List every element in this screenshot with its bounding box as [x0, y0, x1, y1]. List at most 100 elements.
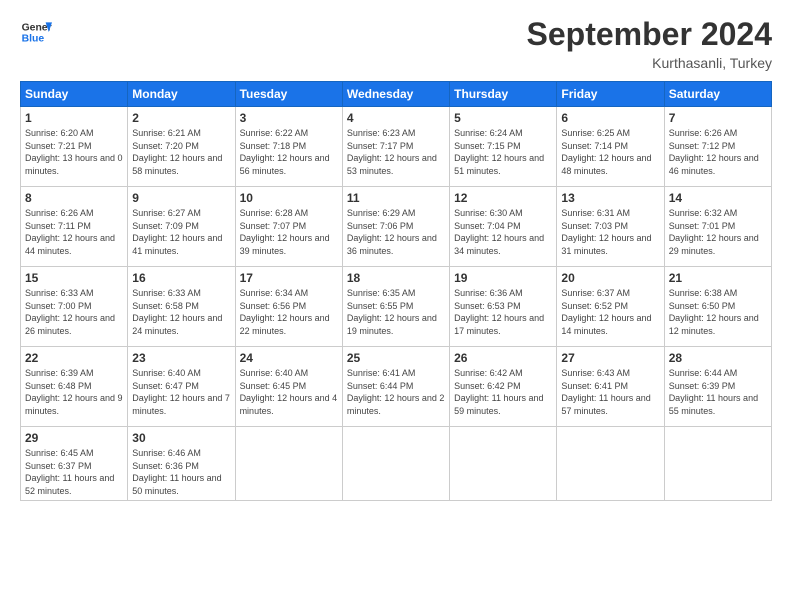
- day-number: 24: [240, 351, 338, 365]
- table-row: 28 Sunrise: 6:44 AM Sunset: 6:39 PM Dayl…: [664, 347, 771, 427]
- day-number: 23: [132, 351, 230, 365]
- table-row: [664, 427, 771, 501]
- day-number: 17: [240, 271, 338, 285]
- calendar-week-5: 29 Sunrise: 6:45 AM Sunset: 6:37 PM Dayl…: [21, 427, 772, 501]
- calendar-week-2: 8 Sunrise: 6:26 AM Sunset: 7:11 PM Dayli…: [21, 187, 772, 267]
- cell-info: Sunrise: 6:32 AM Sunset: 7:01 PM Dayligh…: [669, 207, 767, 257]
- day-number: 2: [132, 111, 230, 125]
- cell-info: Sunrise: 6:22 AM Sunset: 7:18 PM Dayligh…: [240, 127, 338, 177]
- month-title: September 2024: [527, 16, 772, 53]
- day-number: 6: [561, 111, 659, 125]
- day-number: 21: [669, 271, 767, 285]
- day-number: 28: [669, 351, 767, 365]
- cell-info: Sunrise: 6:46 AM Sunset: 6:36 PM Dayligh…: [132, 447, 230, 497]
- cell-info: Sunrise: 6:33 AM Sunset: 6:58 PM Dayligh…: [132, 287, 230, 337]
- day-number: 30: [132, 431, 230, 445]
- table-row: 22 Sunrise: 6:39 AM Sunset: 6:48 PM Dayl…: [21, 347, 128, 427]
- table-row: [235, 427, 342, 501]
- day-number: 16: [132, 271, 230, 285]
- day-number: 3: [240, 111, 338, 125]
- day-number: 15: [25, 271, 123, 285]
- table-row: 11 Sunrise: 6:29 AM Sunset: 7:06 PM Dayl…: [342, 187, 449, 267]
- location: Kurthasanli, Turkey: [527, 55, 772, 71]
- day-number: 14: [669, 191, 767, 205]
- cell-info: Sunrise: 6:37 AM Sunset: 6:52 PM Dayligh…: [561, 287, 659, 337]
- day-number: 13: [561, 191, 659, 205]
- table-row: [557, 427, 664, 501]
- cell-info: Sunrise: 6:26 AM Sunset: 7:12 PM Dayligh…: [669, 127, 767, 177]
- col-thursday: Thursday: [450, 82, 557, 107]
- cell-info: Sunrise: 6:38 AM Sunset: 6:50 PM Dayligh…: [669, 287, 767, 337]
- day-number: 27: [561, 351, 659, 365]
- col-sunday: Sunday: [21, 82, 128, 107]
- day-number: 5: [454, 111, 552, 125]
- cell-info: Sunrise: 6:23 AM Sunset: 7:17 PM Dayligh…: [347, 127, 445, 177]
- col-friday: Friday: [557, 82, 664, 107]
- day-number: 1: [25, 111, 123, 125]
- cell-info: Sunrise: 6:45 AM Sunset: 6:37 PM Dayligh…: [25, 447, 123, 497]
- table-row: 21 Sunrise: 6:38 AM Sunset: 6:50 PM Dayl…: [664, 267, 771, 347]
- cell-info: Sunrise: 6:28 AM Sunset: 7:07 PM Dayligh…: [240, 207, 338, 257]
- cell-info: Sunrise: 6:35 AM Sunset: 6:55 PM Dayligh…: [347, 287, 445, 337]
- calendar-table: Sunday Monday Tuesday Wednesday Thursday…: [20, 81, 772, 501]
- table-row: 9 Sunrise: 6:27 AM Sunset: 7:09 PM Dayli…: [128, 187, 235, 267]
- logo-icon: General Blue: [20, 16, 52, 48]
- table-row: 20 Sunrise: 6:37 AM Sunset: 6:52 PM Dayl…: [557, 267, 664, 347]
- cell-info: Sunrise: 6:40 AM Sunset: 6:47 PM Dayligh…: [132, 367, 230, 417]
- calendar-week-3: 15 Sunrise: 6:33 AM Sunset: 7:00 PM Dayl…: [21, 267, 772, 347]
- table-row: [450, 427, 557, 501]
- table-row: 6 Sunrise: 6:25 AM Sunset: 7:14 PM Dayli…: [557, 107, 664, 187]
- table-row: 2 Sunrise: 6:21 AM Sunset: 7:20 PM Dayli…: [128, 107, 235, 187]
- table-row: 8 Sunrise: 6:26 AM Sunset: 7:11 PM Dayli…: [21, 187, 128, 267]
- table-row: 25 Sunrise: 6:41 AM Sunset: 6:44 PM Dayl…: [342, 347, 449, 427]
- day-number: 26: [454, 351, 552, 365]
- cell-info: Sunrise: 6:27 AM Sunset: 7:09 PM Dayligh…: [132, 207, 230, 257]
- table-row: 26 Sunrise: 6:42 AM Sunset: 6:42 PM Dayl…: [450, 347, 557, 427]
- cell-info: Sunrise: 6:25 AM Sunset: 7:14 PM Dayligh…: [561, 127, 659, 177]
- table-row: 18 Sunrise: 6:35 AM Sunset: 6:55 PM Dayl…: [342, 267, 449, 347]
- cell-info: Sunrise: 6:30 AM Sunset: 7:04 PM Dayligh…: [454, 207, 552, 257]
- logo: General Blue: [20, 16, 52, 48]
- table-row: 14 Sunrise: 6:32 AM Sunset: 7:01 PM Dayl…: [664, 187, 771, 267]
- cell-info: Sunrise: 6:42 AM Sunset: 6:42 PM Dayligh…: [454, 367, 552, 417]
- day-number: 19: [454, 271, 552, 285]
- cell-info: Sunrise: 6:21 AM Sunset: 7:20 PM Dayligh…: [132, 127, 230, 177]
- cell-info: Sunrise: 6:26 AM Sunset: 7:11 PM Dayligh…: [25, 207, 123, 257]
- col-monday: Monday: [128, 82, 235, 107]
- day-number: 18: [347, 271, 445, 285]
- cell-info: Sunrise: 6:44 AM Sunset: 6:39 PM Dayligh…: [669, 367, 767, 417]
- cell-info: Sunrise: 6:33 AM Sunset: 7:00 PM Dayligh…: [25, 287, 123, 337]
- table-row: 13 Sunrise: 6:31 AM Sunset: 7:03 PM Dayl…: [557, 187, 664, 267]
- table-row: 5 Sunrise: 6:24 AM Sunset: 7:15 PM Dayli…: [450, 107, 557, 187]
- calendar-week-1: 1 Sunrise: 6:20 AM Sunset: 7:21 PM Dayli…: [21, 107, 772, 187]
- cell-info: Sunrise: 6:34 AM Sunset: 6:56 PM Dayligh…: [240, 287, 338, 337]
- cell-info: Sunrise: 6:39 AM Sunset: 6:48 PM Dayligh…: [25, 367, 123, 417]
- table-row: 23 Sunrise: 6:40 AM Sunset: 6:47 PM Dayl…: [128, 347, 235, 427]
- cell-info: Sunrise: 6:36 AM Sunset: 6:53 PM Dayligh…: [454, 287, 552, 337]
- cell-info: Sunrise: 6:24 AM Sunset: 7:15 PM Dayligh…: [454, 127, 552, 177]
- table-row: 27 Sunrise: 6:43 AM Sunset: 6:41 PM Dayl…: [557, 347, 664, 427]
- col-wednesday: Wednesday: [342, 82, 449, 107]
- day-number: 25: [347, 351, 445, 365]
- table-row: 24 Sunrise: 6:40 AM Sunset: 6:45 PM Dayl…: [235, 347, 342, 427]
- day-number: 22: [25, 351, 123, 365]
- table-row: 17 Sunrise: 6:34 AM Sunset: 6:56 PM Dayl…: [235, 267, 342, 347]
- day-number: 7: [669, 111, 767, 125]
- day-number: 4: [347, 111, 445, 125]
- day-number: 12: [454, 191, 552, 205]
- day-number: 8: [25, 191, 123, 205]
- table-row: 10 Sunrise: 6:28 AM Sunset: 7:07 PM Dayl…: [235, 187, 342, 267]
- day-number: 29: [25, 431, 123, 445]
- table-row: 7 Sunrise: 6:26 AM Sunset: 7:12 PM Dayli…: [664, 107, 771, 187]
- day-number: 10: [240, 191, 338, 205]
- table-row: 16 Sunrise: 6:33 AM Sunset: 6:58 PM Dayl…: [128, 267, 235, 347]
- day-number: 11: [347, 191, 445, 205]
- header: General Blue September 2024 Kurthasanli,…: [20, 16, 772, 71]
- table-row: 19 Sunrise: 6:36 AM Sunset: 6:53 PM Dayl…: [450, 267, 557, 347]
- cell-info: Sunrise: 6:20 AM Sunset: 7:21 PM Dayligh…: [25, 127, 123, 177]
- col-saturday: Saturday: [664, 82, 771, 107]
- calendar-week-4: 22 Sunrise: 6:39 AM Sunset: 6:48 PM Dayl…: [21, 347, 772, 427]
- table-row: 1 Sunrise: 6:20 AM Sunset: 7:21 PM Dayli…: [21, 107, 128, 187]
- svg-text:Blue: Blue: [22, 34, 45, 45]
- table-row: 30 Sunrise: 6:46 AM Sunset: 6:36 PM Dayl…: [128, 427, 235, 501]
